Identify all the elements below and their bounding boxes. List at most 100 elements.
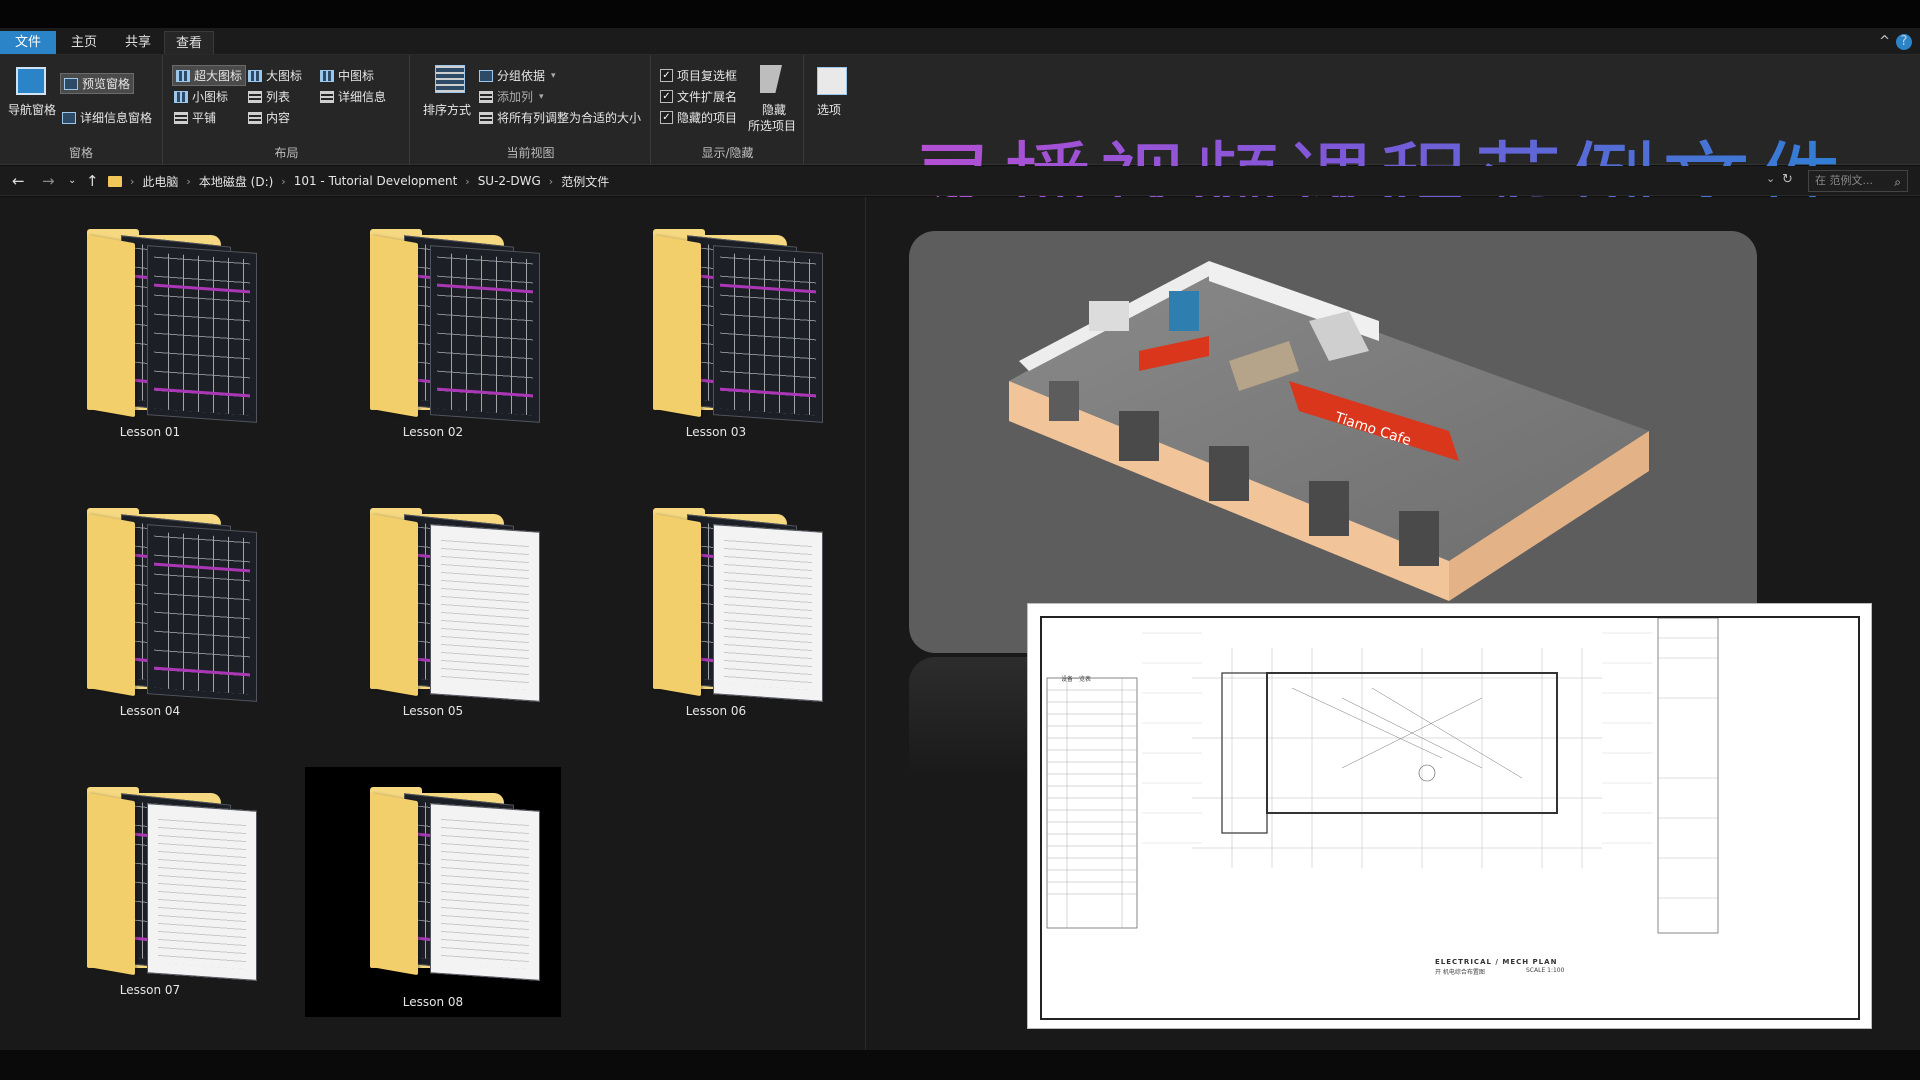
layout-tiles[interactable]: 平铺	[174, 109, 216, 126]
size-columns-icon	[479, 111, 493, 124]
item-checkboxes-toggle[interactable]: ✓ 项目复选框	[660, 67, 737, 84]
address-row: ← → ⌄ ↑ › 此电脑 › 本地磁盘 (D:) › 101 - Tutori…	[0, 166, 1920, 196]
collapse-ribbon-icon[interactable]: ^	[1879, 34, 1890, 49]
medium-icons-icon	[320, 69, 334, 82]
folder-icon	[87, 229, 267, 423]
breadcrumb-su-2-dwg[interactable]: SU-2-DWG	[478, 174, 541, 188]
layout-extra-large-icons[interactable]: 超大图标	[172, 65, 247, 86]
chevron-right-icon: ›	[548, 174, 554, 188]
nav-pane-icon	[16, 67, 46, 95]
folder-item[interactable]: Lesson 06	[588, 476, 844, 726]
sort-by-button[interactable]: 排序方式	[423, 101, 471, 118]
details-pane-button[interactable]: 详细信息窗格	[62, 109, 152, 126]
folder-icon	[370, 508, 550, 702]
recent-dropdown-icon[interactable]: ⌄	[68, 175, 76, 186]
layout-small-icons[interactable]: 小图标	[174, 88, 228, 105]
content-area: Lesson 01 Lesson 02 Lesson 03 Lesson 04 …	[0, 197, 1920, 1050]
refresh-icon[interactable]: ↻	[1782, 172, 1793, 187]
drawing-subtitle: 开 机电综合布置图	[1435, 969, 1485, 976]
folder-name: Lesson 06	[685, 704, 747, 718]
group-label-show-hide: 显示/隐藏	[701, 146, 754, 160]
layout-large-icons[interactable]: 大图标	[248, 67, 302, 84]
title-strip	[0, 0, 1920, 28]
folder-name: Lesson 05	[402, 704, 464, 718]
tab-share[interactable]: 共享	[118, 31, 158, 54]
group-by-icon	[479, 69, 493, 82]
folder-item[interactable]: Lesson 03	[588, 197, 844, 447]
content-icon	[248, 111, 262, 124]
size-columns-button[interactable]: 将所有列调整为合适的大小	[479, 109, 641, 126]
drawing-title: ELECTRICAL / MECH PLAN	[1435, 958, 1558, 966]
tiles-icon	[174, 111, 188, 124]
nav-pane-button[interactable]: 导航窗格	[8, 101, 56, 118]
drawing-scale: SCALE 1:100	[1526, 967, 1565, 974]
preview-pane-icon	[64, 77, 78, 90]
hide-selected-button[interactable]: 隐藏	[762, 101, 786, 118]
folder-item[interactable]: Lesson 02	[305, 197, 561, 447]
checkbox-checked-icon: ✓	[660, 111, 673, 124]
ribbon-group-show-hide: ✓ 项目复选框 ✓ 文件扩展名 ✓ 隐藏的项目 隐藏 所选项目 显示/隐藏	[652, 55, 804, 165]
details-pane-icon	[62, 111, 76, 124]
group-label-current-view: 当前视图	[506, 146, 555, 160]
folder-item[interactable]: Lesson 07	[22, 755, 278, 1005]
folder-item[interactable]: Lesson 05	[305, 476, 561, 726]
chevron-right-icon: ›	[281, 174, 286, 188]
breadcrumb-local-disk[interactable]: 本地磁盘 (D:)	[199, 173, 273, 190]
checkbox-checked-icon: ✓	[660, 69, 673, 82]
hidden-items-toggle[interactable]: ✓ 隐藏的项目	[660, 109, 737, 126]
folder-icon	[87, 787, 267, 981]
address-bar[interactable]: › 此电脑 › 本地磁盘 (D:) › 101 - Tutorial Devel…	[108, 170, 1768, 192]
chevron-right-icon: ›	[465, 174, 470, 188]
folder-icon	[108, 175, 122, 187]
add-columns-button[interactable]: 添加列	[479, 88, 544, 105]
up-arrow-icon[interactable]: ↑	[86, 172, 99, 190]
cafe-3d-render-image: Tiamo Cafe	[909, 231, 1757, 653]
group-label-layout: 布局	[274, 146, 299, 160]
help-icon[interactable]: ?	[1896, 34, 1912, 50]
group-label-panes: 窗格	[68, 146, 93, 160]
checkbox-checked-icon: ✓	[660, 90, 673, 103]
ribbon-group-layout: 超大图标 大图标 中图标 小图标 列表 详细信息 平铺 内容 布局	[164, 55, 410, 165]
preview-pane-button[interactable]: 预览窗格	[60, 73, 135, 94]
folder-name: Lesson 08	[402, 995, 464, 1009]
address-dropdown-icon[interactable]: ⌄	[1766, 172, 1775, 185]
chevron-right-icon: ›	[130, 174, 135, 188]
hide-selected-icon	[760, 65, 782, 93]
ribbon-group-panes: 导航窗格 预览窗格 详细信息窗格 窗格	[0, 55, 163, 165]
options-button[interactable]: 选项	[817, 101, 841, 118]
forward-arrow-icon[interactable]: →	[42, 172, 55, 190]
extra-large-icons-icon	[176, 69, 190, 82]
file-extensions-toggle[interactable]: ✓ 文件扩展名	[660, 88, 737, 105]
layout-medium-icons[interactable]: 中图标	[320, 67, 374, 84]
file-list-pane: Lesson 01 Lesson 02 Lesson 03 Lesson 04 …	[0, 197, 866, 1050]
ribbon-tab-row: 文件 主页 共享 查看 ^ ?	[0, 28, 1920, 55]
list-icon	[248, 90, 262, 103]
status-bar	[0, 1050, 1920, 1080]
sort-by-icon	[435, 65, 465, 93]
layout-details[interactable]: 详细信息	[320, 88, 386, 105]
search-input[interactable]: 在 范例文... ⌕	[1808, 170, 1908, 192]
back-arrow-icon[interactable]: ←	[12, 172, 25, 190]
folder-item[interactable]: Lesson 04	[22, 476, 278, 726]
folder-name: Lesson 04	[119, 704, 181, 718]
hide-selected-sublabel: 所选项目	[748, 119, 797, 133]
layout-list[interactable]: 列表	[248, 88, 290, 105]
layout-content[interactable]: 内容	[248, 109, 290, 126]
folder-name: Lesson 07	[119, 983, 181, 997]
ribbon: 导航窗格 预览窗格 详细信息窗格 窗格 超大图标 大图标 中图标 小图标 列表 …	[0, 55, 1920, 235]
details-icon	[320, 90, 334, 103]
tab-file[interactable]: 文件	[0, 31, 56, 54]
search-icon: ⌕	[1894, 175, 1901, 189]
breadcrumb-this-pc[interactable]: 此电脑	[142, 173, 178, 190]
breadcrumb-tutorial[interactable]: 101 - Tutorial Development	[294, 174, 458, 188]
group-by-button[interactable]: 分组依据	[479, 67, 556, 84]
breadcrumb-examples[interactable]: 范例文件	[561, 173, 609, 190]
large-icons-icon	[248, 69, 262, 82]
drawing-frame: 设备一览表 ELECTRICAL / MECH PLAN 开 机电综合布置图 S…	[1040, 616, 1860, 1020]
folder-item[interactable]: Lesson 01	[22, 197, 278, 447]
folder-icon	[87, 508, 267, 702]
folder-icon	[653, 229, 833, 423]
folder-item-selected[interactable]: Lesson 08	[305, 767, 561, 1017]
tab-view[interactable]: 查看	[164, 31, 214, 54]
tab-home[interactable]: 主页	[64, 31, 104, 54]
